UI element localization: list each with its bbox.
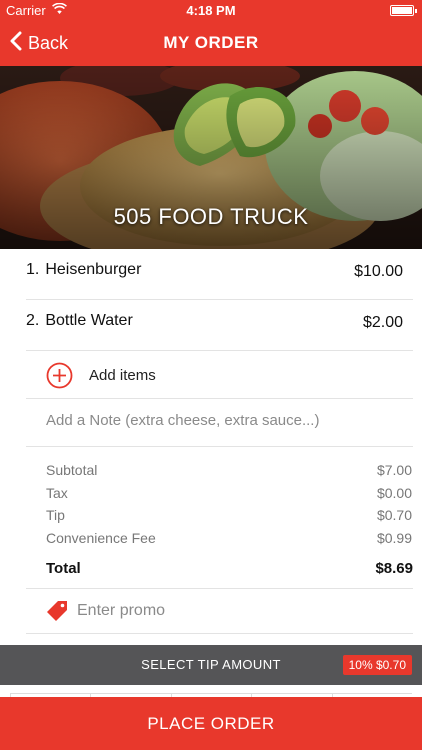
- summary-row-subtotal: Subtotal $7.00: [46, 462, 412, 485]
- status-bar: Carrier 4:18 PM: [0, 0, 422, 20]
- tip-options: [0, 685, 422, 703]
- promo-field: [26, 590, 413, 634]
- select-tip-bar[interactable]: SELECT TIP AMOUNT 10% $0.70: [0, 645, 422, 685]
- summary-row-tip: Tip $0.70: [46, 507, 412, 530]
- order-note: [26, 400, 413, 447]
- restaurant-hero-image: 505 FOOD TRUCK: [0, 66, 422, 249]
- tip-value: $0.70: [376, 507, 412, 523]
- item-name: Bottle Water: [45, 312, 133, 329]
- tag-icon: [46, 600, 68, 627]
- navigation-bar: Back MY ORDER: [0, 20, 422, 66]
- add-items-button[interactable]: Add items: [26, 351, 413, 399]
- battery-icon: [390, 5, 417, 16]
- item-price: $10.00: [354, 263, 403, 280]
- tip-label: Tip: [46, 507, 65, 523]
- order-item[interactable]: 1. Heisenburger $10.00: [26, 249, 413, 300]
- place-order-button[interactable]: PLACE ORDER: [0, 697, 422, 750]
- tax-value: $0.00: [376, 484, 412, 501]
- subtotal-value: $7.00: [376, 462, 412, 478]
- page-title: MY ORDER: [163, 33, 259, 52]
- order-item[interactable]: 2. Bottle Water $2.00: [26, 300, 413, 351]
- subtotal-label: Subtotal: [46, 462, 98, 478]
- tip-badge: 10% $0.70: [342, 655, 412, 675]
- summary-row-tax: Tax $0.00: [46, 485, 412, 508]
- convenience-fee-label: Convenience Fee: [46, 529, 156, 546]
- item-number: 1.: [26, 261, 40, 278]
- add-items-label: Add items: [89, 367, 156, 384]
- total-value: $8.69: [375, 560, 413, 577]
- clock: 4:18 PM: [186, 3, 236, 18]
- restaurant-name: 505 FOOD TRUCK: [113, 204, 309, 229]
- note-input[interactable]: [46, 412, 396, 429]
- promo-input[interactable]: [77, 602, 397, 620]
- total-row: Total $8.69: [26, 557, 413, 589]
- tax-label: Tax: [46, 484, 68, 501]
- plus-circle-icon: [46, 362, 73, 394]
- convenience-fee-value: $0.99: [376, 529, 412, 546]
- total-label: Total: [46, 560, 81, 577]
- item-number: 2.: [26, 312, 40, 329]
- item-name: Heisenburger: [45, 261, 142, 278]
- summary-row-convenience-fee: Convenience Fee $0.99: [46, 530, 412, 553]
- item-price: $2.00: [362, 314, 403, 331]
- order-summary: Subtotal $7.00 Tax $0.00 Tip $0.70 Convenie…: [46, 462, 412, 552]
